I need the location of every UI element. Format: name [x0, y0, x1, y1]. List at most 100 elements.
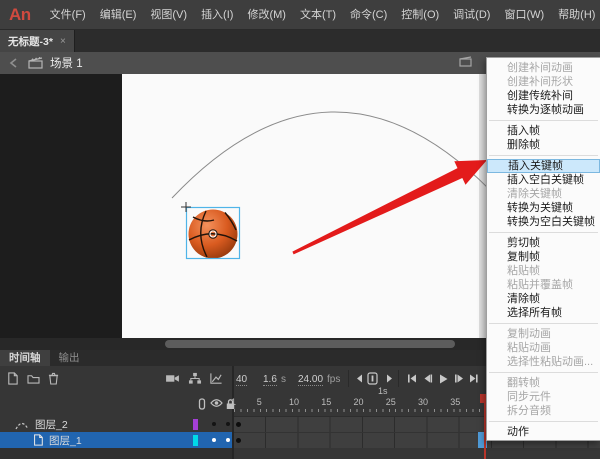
basketball-symbol[interactable] [181, 202, 240, 259]
context-menu-item[interactable]: 清除帧 [487, 292, 600, 306]
delete-layer-icon[interactable] [46, 371, 61, 386]
context-menu-item[interactable]: 删除帧 [487, 138, 600, 152]
context-menu-item[interactable]: 粘贴帧 [487, 264, 600, 278]
context-menu-separator [489, 421, 598, 422]
context-menu-item[interactable]: 创建补间动画 [487, 61, 600, 75]
context-menu-item[interactable]: 插入关键帧 [487, 159, 600, 173]
context-menu-separator [489, 323, 598, 324]
edit-scene-icon[interactable] [459, 56, 472, 67]
menu-bar-item[interactable]: 修改(M) [240, 0, 293, 30]
go-first-icon[interactable] [404, 371, 419, 386]
new-layer-icon[interactable] [5, 371, 20, 386]
ruler-frame-label: 30 [418, 397, 428, 407]
outline-icon[interactable] [198, 398, 206, 410]
context-menu-item[interactable]: 选择所有帧 [487, 306, 600, 320]
menu-bar-item[interactable]: 帮助(H) [551, 0, 600, 30]
menu-bar-items: 文件(F)编辑(E)视图(V)插入(I)修改(M)文本(T)命令(C)控制(O)… [43, 0, 600, 30]
new-folder-icon[interactable] [26, 371, 41, 386]
menu-bar-item[interactable]: 编辑(E) [93, 0, 144, 30]
ruler-frame-label: 20 [354, 397, 364, 407]
camera-icon[interactable] [165, 371, 180, 386]
close-tab-icon[interactable]: × [60, 36, 66, 47]
context-menu-item[interactable]: 复制动画 [487, 327, 600, 341]
ruler-frame-label: 15 [321, 397, 331, 407]
frame-rate-value[interactable]: 24.00 [298, 374, 323, 386]
context-menu-item[interactable]: 插入空白关键帧 [487, 173, 600, 187]
loop-end-icon[interactable] [382, 371, 397, 386]
play-icon[interactable] [436, 371, 451, 386]
menu-bar-item[interactable]: 控制(O) [394, 0, 446, 30]
context-menu-item[interactable]: 清除关键帧 [487, 187, 600, 201]
context-menu-separator [489, 372, 598, 373]
elapsed-time-unit: s [281, 374, 286, 385]
scene-label[interactable]: 场景 1 [50, 55, 83, 71]
context-menu-item[interactable]: 粘贴动画 [487, 341, 600, 355]
back-arrow-icon[interactable] [9, 58, 19, 68]
layer-row-1[interactable]: 图层_1 [0, 432, 232, 448]
layer-page-icon [32, 434, 44, 446]
motion-guide-layer-icon [14, 419, 30, 430]
menu-bar: An 文件(F)编辑(E)视图(V)插入(I)修改(M)文本(T)命令(C)控制… [0, 0, 600, 30]
context-menu-item[interactable]: 拆分音频 [487, 404, 600, 418]
layer-name[interactable]: 图层_2 [35, 417, 68, 432]
current-frame-value[interactable]: 40 [236, 374, 247, 386]
scrollbar-thumb[interactable] [165, 340, 455, 348]
parenting-view-icon[interactable] [187, 371, 202, 386]
menu-bar-item[interactable]: 命令(C) [343, 0, 394, 30]
context-menu-item[interactable]: 同步元件 [487, 390, 600, 404]
step-forward-icon[interactable] [451, 371, 466, 386]
context-menu-separator [489, 120, 598, 121]
keyframe-dot[interactable] [236, 438, 241, 443]
context-menu-item[interactable]: 转换为逐帧动画 [487, 103, 600, 117]
layer-name[interactable]: 图层_1 [49, 433, 82, 448]
transform-point-crosshair [181, 202, 191, 212]
layer-color-swatch [193, 419, 198, 430]
context-menu-item[interactable]: 转换为关键帧 [487, 201, 600, 215]
menu-bar-item[interactable]: 文件(F) [43, 0, 93, 30]
context-menu-item[interactable]: 剪切帧 [487, 236, 600, 250]
graph-icon[interactable] [208, 371, 223, 386]
keyframe-dot[interactable] [236, 422, 241, 427]
layer-lock-dot[interactable] [226, 438, 230, 442]
ruler-frame-label: 1 [231, 397, 236, 407]
context-menu-item[interactable]: 创建传统补间 [487, 89, 600, 103]
go-last-icon[interactable] [466, 371, 481, 386]
frame-context-menu: 创建补间动画创建补间形状创建传统补间转换为逐帧动画插入帧删除帧插入关键帧插入空白… [486, 57, 600, 441]
layer-visibility-dot[interactable] [212, 422, 216, 426]
ruler-frame-label: 5 [257, 397, 262, 407]
context-menu-item[interactable]: 创建补间形状 [487, 75, 600, 89]
tab-output[interactable]: 输出 [50, 350, 89, 366]
document-tab[interactable]: 无标题-3* × [0, 30, 75, 52]
annotation-arrow [292, 160, 487, 254]
loop-marker-icon[interactable] [365, 371, 380, 386]
menu-bar-item[interactable]: 视图(V) [143, 0, 194, 30]
ruler-frame-label: 25 [386, 397, 396, 407]
layer-lock-dot[interactable] [226, 422, 230, 426]
menu-bar-item[interactable]: 窗口(W) [497, 0, 551, 30]
menu-bar-item[interactable]: 插入(I) [194, 0, 240, 30]
context-menu-separator [489, 155, 598, 156]
step-back-icon[interactable] [420, 371, 435, 386]
layer-visibility-dot[interactable] [212, 438, 216, 442]
menu-bar-item[interactable]: 文本(T) [293, 0, 343, 30]
context-menu-item[interactable]: 插入帧 [487, 124, 600, 138]
context-menu-item[interactable]: 复制帧 [487, 250, 600, 264]
context-menu-item[interactable]: 选择性粘贴动画... [487, 355, 600, 369]
layer-color-swatch [193, 435, 198, 446]
context-menu-separator [489, 232, 598, 233]
context-menu-item[interactable]: 动作 [487, 425, 600, 439]
elapsed-time-value[interactable]: 1.6 [263, 374, 277, 386]
app-logo: An [9, 5, 31, 25]
eye-icon[interactable] [210, 398, 223, 408]
tab-timeline[interactable]: 时间轴 [0, 350, 50, 366]
context-menu-item[interactable]: 转换为空白关键帧 [487, 215, 600, 229]
animate-app-window: An 文件(F)编辑(E)视图(V)插入(I)修改(M)文本(T)命令(C)控制… [0, 0, 600, 459]
ruler-frame-label: 35 [450, 397, 460, 407]
ruler-frame-label: 10 [289, 397, 299, 407]
menu-bar-item[interactable]: 调试(D) [446, 0, 497, 30]
document-tab-bar: 无标题-3* × [0, 30, 600, 52]
document-tab-title: 无标题-3* [8, 34, 53, 49]
context-menu-item[interactable]: 粘贴并覆盖帧 [487, 278, 600, 292]
layer-row-2[interactable]: 图层_2 [0, 416, 232, 432]
context-menu-item[interactable]: 翻转帧 [487, 376, 600, 390]
